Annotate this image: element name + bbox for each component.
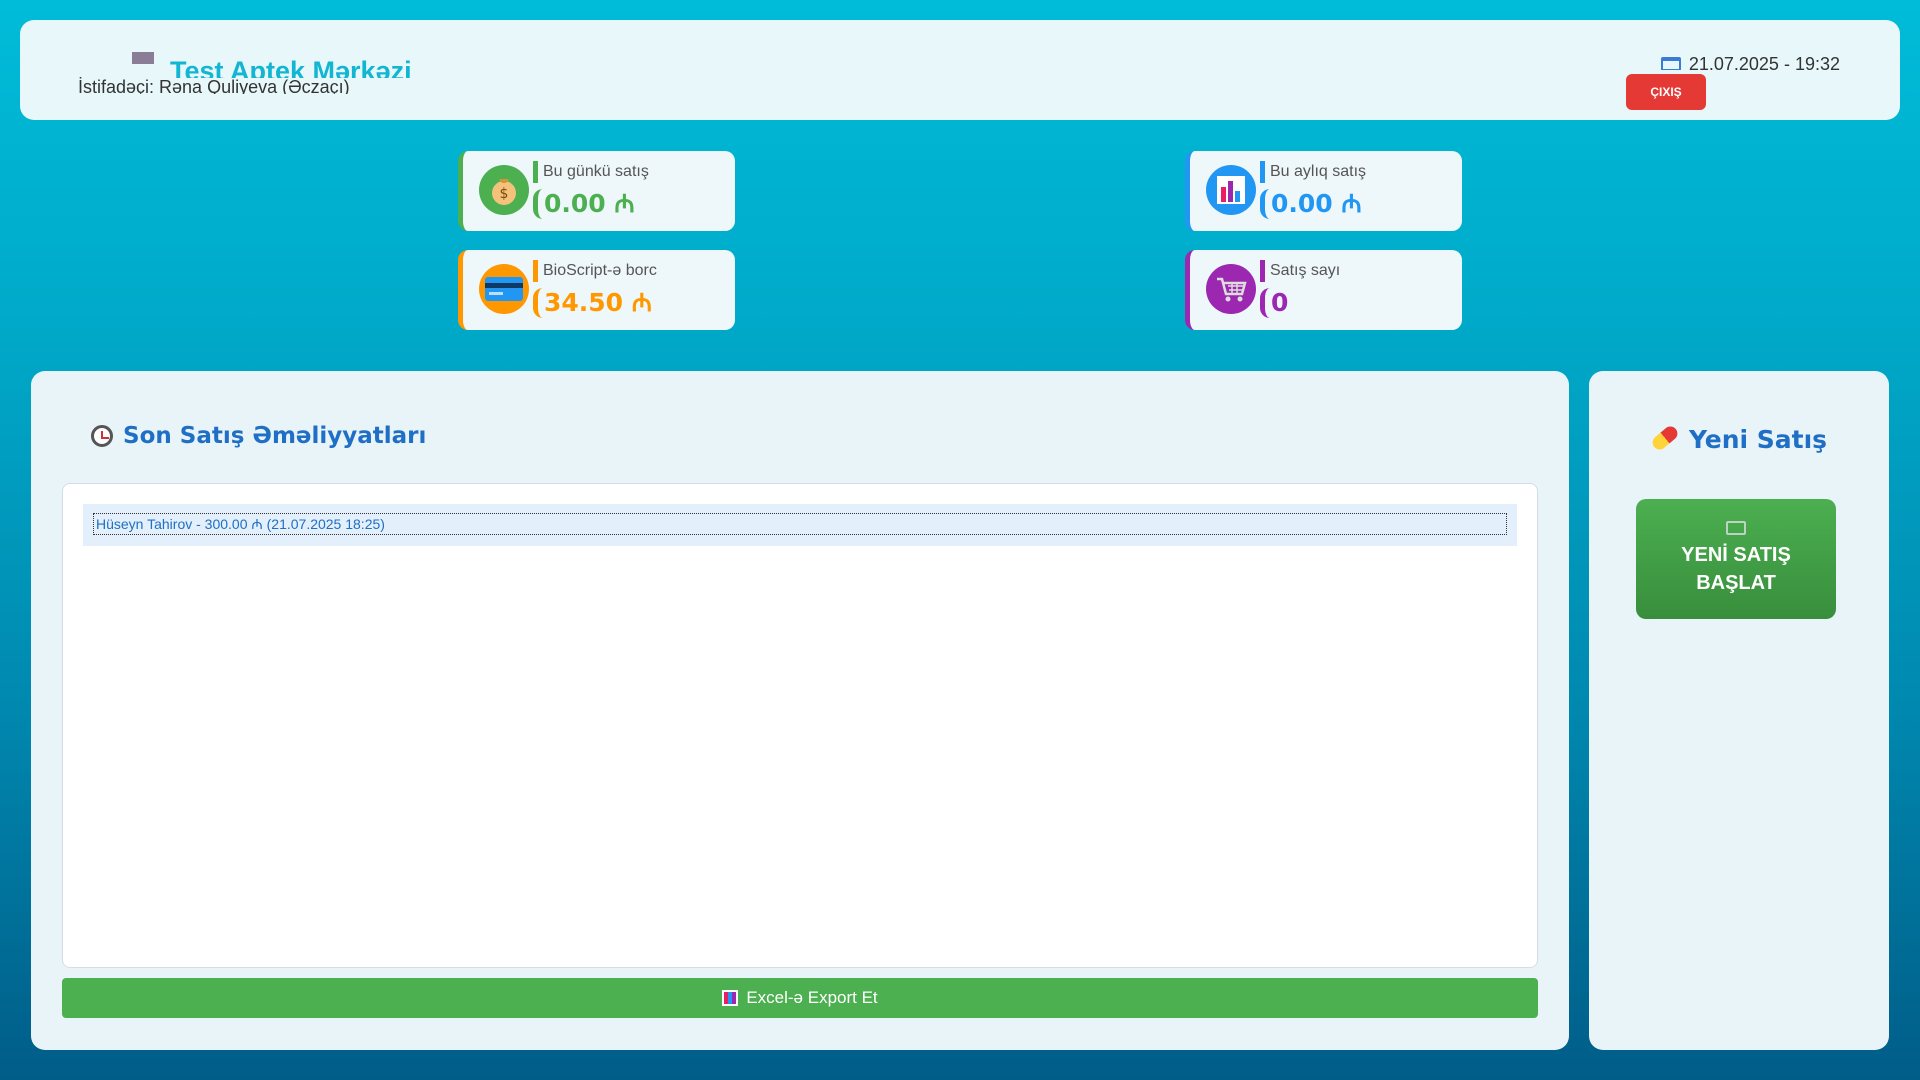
cart-icon (1206, 264, 1256, 314)
pharmacy-icon (132, 52, 154, 64)
stat-label: Bu aylıq satış (1260, 161, 1366, 183)
list-item[interactable]: Hüseyn Tahirov - 300.00 ₼ (21.07.2025 18… (83, 504, 1517, 546)
user-info: İstifadəçi: Rəna Quliyeva (Əczaçı) (78, 77, 350, 94)
svg-text:$: $ (500, 186, 509, 202)
stat-label: BioScript-ə borc (533, 260, 657, 282)
stat-value: 0.00 ₼ (1260, 189, 1362, 219)
calendar-icon (1660, 57, 1681, 70)
pill-icon (1649, 423, 1681, 453)
stat-card-count: Satış sayı 0 (1185, 250, 1462, 330)
stat-value: 0.00 ₼ (533, 189, 635, 219)
money-bag-icon: $ (479, 165, 529, 215)
recent-sales-panel: Son Satış Əməliyyatları Hüseyn Tahirov -… (31, 371, 1569, 1050)
stat-card-debt: BioScript-ə borc 34.50 ₼ (458, 250, 735, 330)
datetime-display: 21.07.2025 - 19:32 (1660, 48, 1840, 70)
header-bar: Test Aptek Mərkəzi İstifadəçi: Rəna Quli… (20, 20, 1900, 120)
list-item-text: Hüseyn Tahirov - 300.00 ₼ (21.07.2025 18… (93, 513, 1507, 535)
logout-button[interactable]: ÇIXIŞ (1626, 74, 1706, 110)
new-sale-panel: Yeni Satış YENİ SATIŞ BAŞLAT (1589, 371, 1889, 1050)
stat-label: Bu günkü satış (533, 161, 649, 183)
stat-value: 34.50 ₼ (533, 288, 652, 318)
new-sale-title: Yeni Satış (1589, 423, 1889, 454)
chart-icon (722, 990, 739, 1006)
stat-card-today: $ Bu günkü satış 0.00 ₼ (458, 151, 735, 231)
credit-card-icon (479, 264, 529, 314)
recent-sales-title: Son Satış Əməliyyatları (91, 423, 426, 449)
clock-icon (91, 425, 113, 447)
excel-export-button[interactable]: Excel-ə Export Et (62, 978, 1538, 1018)
stat-label: Satış sayı (1260, 260, 1340, 282)
stat-value: 0 (1260, 288, 1288, 318)
stat-card-month: Bu aylıq satış 0.00 ₼ (1185, 151, 1462, 231)
bar-chart-icon (1206, 165, 1256, 215)
start-new-sale-button[interactable]: YENİ SATIŞ BAŞLAT (1636, 499, 1836, 619)
recent-sales-list[interactable]: Hüseyn Tahirov - 300.00 ₼ (21.07.2025 18… (62, 483, 1538, 968)
cart-icon (1726, 521, 1746, 535)
